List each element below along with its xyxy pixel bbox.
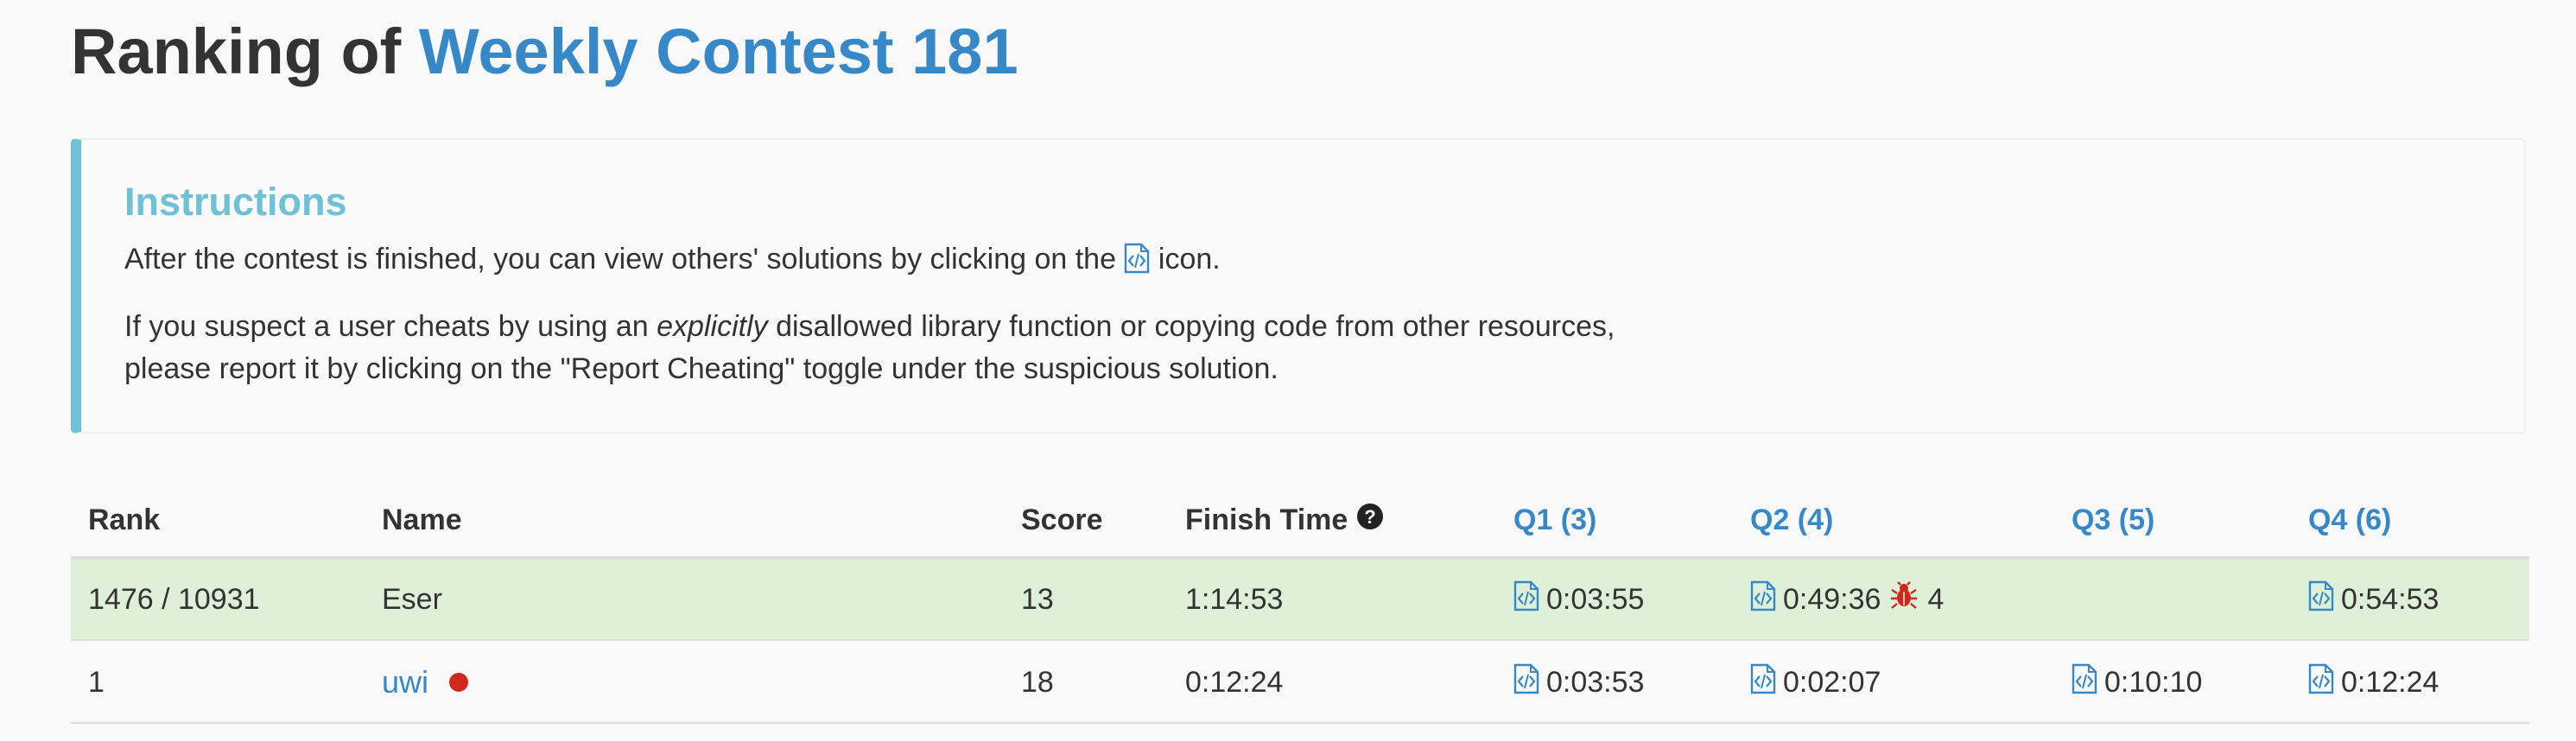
header-rank: Rank bbox=[88, 503, 161, 536]
code-file-icon[interactable] bbox=[2308, 663, 2334, 702]
title-prefix: Ranking of bbox=[71, 16, 419, 87]
header-score: Score bbox=[1021, 503, 1103, 536]
cell-name: uwi bbox=[382, 643, 469, 722]
cell-name: Eser bbox=[382, 582, 442, 616]
header-q4-link[interactable]: Q4 (6) bbox=[2308, 484, 2391, 556]
cell-rank: 1476 / 10931 bbox=[88, 582, 260, 616]
code-file-icon[interactable] bbox=[1513, 580, 1539, 619]
cell-rank: 1 bbox=[88, 665, 105, 699]
table-row: 1 uwi 18 0:12:24 0:03:53 0:02:07 0:10:10 bbox=[71, 643, 2529, 724]
bug-icon bbox=[1889, 580, 1919, 618]
cell-q3: 0:10:10 bbox=[2072, 643, 2202, 722]
code-file-icon[interactable] bbox=[1750, 663, 1776, 702]
status-dot bbox=[449, 673, 469, 692]
code-file-icon[interactable] bbox=[2308, 580, 2334, 619]
cell-score: 18 bbox=[1021, 665, 1054, 699]
cell-q2: 0:02:07 bbox=[1750, 643, 1881, 722]
table-header-row: Rank Name Score Finish Time ? Q1 (3) Q2 … bbox=[71, 484, 2529, 560]
wrong-submission-count: 4 bbox=[1927, 582, 1945, 616]
header-finish-time: Finish Time ? bbox=[1185, 484, 1384, 556]
q4-time: 0:54:53 bbox=[2341, 582, 2440, 616]
cell-score: 13 bbox=[1021, 582, 1054, 616]
cell-finish-time: 0:12:24 bbox=[1185, 665, 1284, 699]
instructions-line-1-before: After the contest is finished, you can v… bbox=[124, 243, 1125, 276]
header-name: Name bbox=[382, 503, 462, 536]
q1-time: 0:03:53 bbox=[1546, 665, 1645, 699]
code-file-icon[interactable] bbox=[2072, 663, 2097, 702]
table-row-current-user: 1476 / 10931 Eser 13 1:14:53 0:03:55 0:4… bbox=[71, 560, 2529, 641]
contest-name-link[interactable]: Weekly Contest 181 bbox=[419, 16, 1018, 87]
instructions-line-2: If you suspect a user cheats by using an… bbox=[124, 306, 1615, 347]
cell-finish-time: 1:14:53 bbox=[1185, 582, 1284, 616]
ranking-page: Ranking of Weekly Contest 181 Instructio… bbox=[0, 0, 2576, 741]
cell-q1: 0:03:53 bbox=[1513, 643, 1644, 722]
instructions-line-2-after: disallowed library function or copying c… bbox=[767, 310, 1615, 343]
code-file-icon[interactable] bbox=[1513, 663, 1539, 702]
q4-time: 0:12:24 bbox=[2341, 665, 2440, 699]
instructions-emphasis: explicitly bbox=[657, 310, 768, 343]
question-circle-icon[interactable]: ? bbox=[1356, 503, 1384, 538]
instructions-line-3: please report it by clicking on the "Rep… bbox=[124, 352, 1278, 385]
q3-time: 0:10:10 bbox=[2104, 665, 2203, 699]
code-file-icon[interactable] bbox=[1750, 580, 1776, 619]
wrong-submissions: 4 bbox=[1889, 580, 1945, 618]
instructions-line-1-after: icon. bbox=[1150, 243, 1221, 276]
cell-q2: 0:49:36 4 bbox=[1750, 560, 1944, 639]
header-finish-time-label: Finish Time bbox=[1185, 503, 1348, 536]
instructions-line-2-before: If you suspect a user cheats by using an bbox=[124, 310, 657, 343]
svg-text:?: ? bbox=[1365, 506, 1376, 528]
cell-q4: 0:12:24 bbox=[2308, 643, 2439, 722]
header-q3-link[interactable]: Q3 (5) bbox=[2072, 484, 2154, 556]
instructions-line-1: After the contest is finished, you can v… bbox=[124, 238, 1221, 285]
user-profile-link[interactable]: uwi bbox=[382, 664, 428, 700]
q2-time: 0:49:36 bbox=[1783, 582, 1881, 616]
cell-q4: 0:54:53 bbox=[2308, 560, 2439, 639]
header-q2-link[interactable]: Q2 (4) bbox=[1750, 484, 1833, 556]
q1-time: 0:03:55 bbox=[1546, 582, 1645, 616]
header-q1-link[interactable]: Q1 (3) bbox=[1513, 484, 1596, 556]
instructions-title: Instructions bbox=[124, 180, 347, 224]
cell-q1: 0:03:55 bbox=[1513, 560, 1644, 639]
q2-time: 0:02:07 bbox=[1783, 665, 1881, 699]
page-title: Ranking of Weekly Contest 181 bbox=[71, 9, 1018, 95]
code-file-icon bbox=[1124, 243, 1150, 285]
